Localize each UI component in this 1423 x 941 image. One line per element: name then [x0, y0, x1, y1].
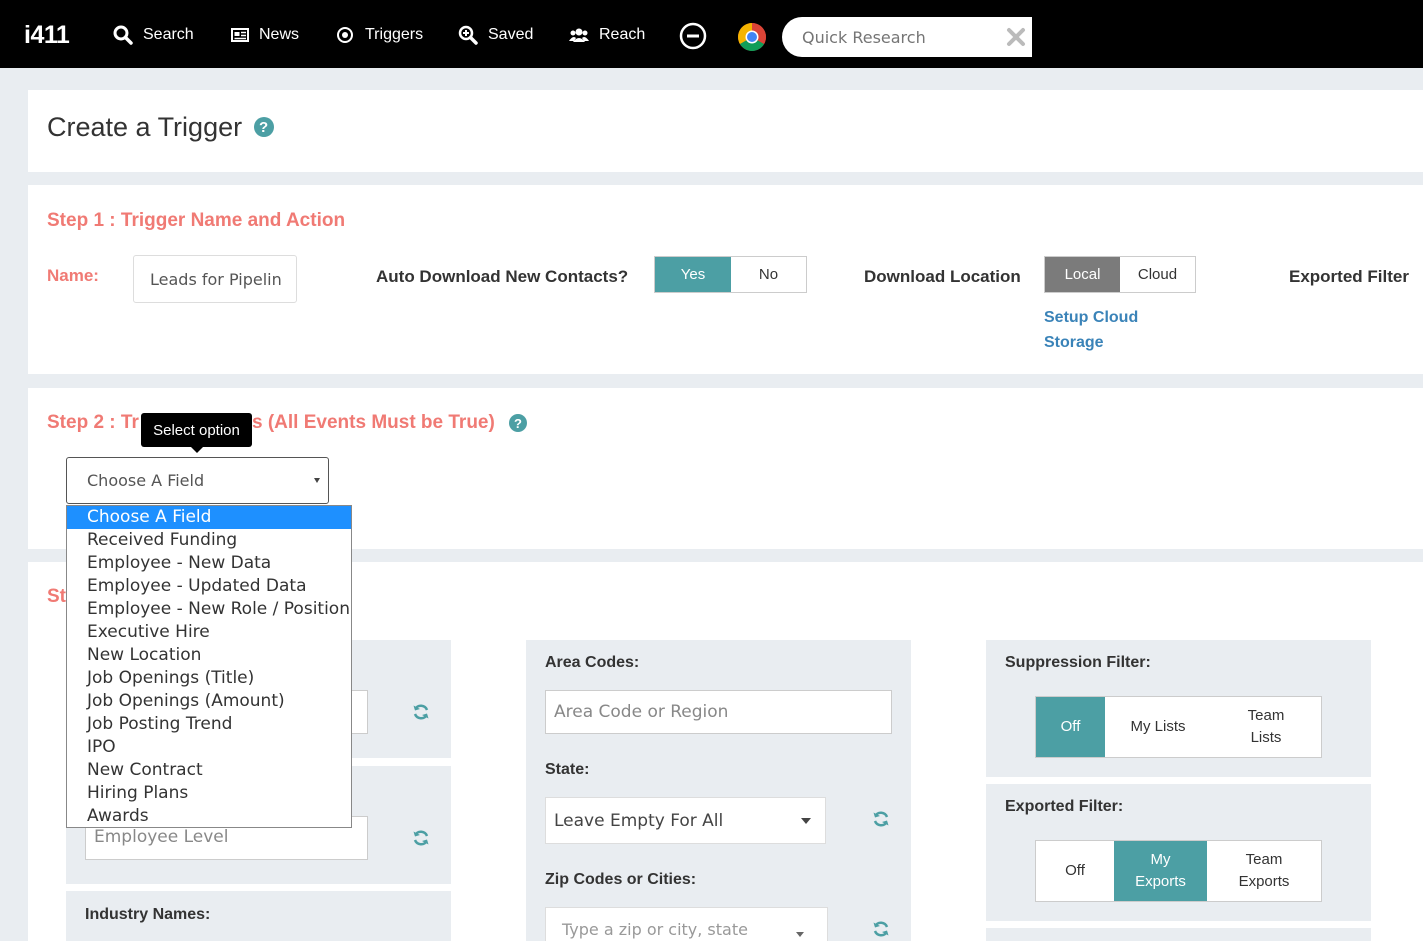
download-location-cloud[interactable]: Cloud [1120, 257, 1195, 292]
nav-news-label: News [259, 26, 300, 43]
nav-news[interactable]: News [231, 22, 299, 48]
option-hiring-plans[interactable]: Hiring Plans [67, 782, 351, 805]
choose-field-value: Choose A Field [87, 471, 205, 490]
quick-research-box [782, 17, 1032, 57]
page-title-text: Create a Trigger [47, 112, 243, 142]
option-choose-a-field[interactable]: Choose A Field [67, 506, 351, 529]
zip-codes-label: Zip Codes or Cities: [545, 871, 697, 888]
exported-my-exports[interactable]: My Exports [1114, 841, 1207, 901]
quick-research-input[interactable] [782, 17, 1002, 57]
chrome-icon[interactable] [737, 22, 767, 52]
auto-download-toggle: Yes No [654, 256, 807, 293]
zip-codes-input[interactable]: Type a zip or city, state [545, 907, 828, 941]
download-location-label: Download Location [864, 267, 1021, 286]
app-logo[interactable]: i411 [24, 20, 70, 50]
name-label: Name: [47, 266, 99, 285]
download-location-local[interactable]: Local [1045, 257, 1120, 292]
trigger-name-input[interactable]: Leads for Pipelin [133, 255, 297, 303]
nav-search-label: Search [143, 26, 194, 43]
target-icon [337, 27, 353, 43]
chevron-down-icon [801, 818, 811, 824]
download-location-toggle: Local Cloud [1044, 256, 1196, 293]
setup-cloud-link-line2: Storage [1044, 334, 1104, 351]
option-new-location[interactable]: New Location [67, 644, 351, 667]
page-title: Create a Trigger ? [47, 112, 274, 143]
area-codes-label: Area Codes: [545, 654, 640, 671]
option-executive-hire[interactable]: Executive Hire [67, 621, 351, 644]
option-job-openings-amount[interactable]: Job Openings (Amount) [67, 690, 351, 713]
exported-filter-toggle: Off My Exports Team Exports [1035, 840, 1322, 902]
exported-filter-label-step1: Exported Filter [1289, 267, 1409, 286]
industry-names-label: Industry Names: [85, 906, 211, 923]
suppression-team-lists[interactable]: Team Lists [1211, 697, 1321, 757]
newspaper-icon [231, 28, 249, 42]
nav-triggers-label: Triggers [365, 26, 424, 43]
select-option-tooltip: Select option [141, 413, 252, 453]
clear-icon[interactable] [1006, 27, 1026, 47]
refresh-icon[interactable] [412, 829, 430, 847]
state-label: State: [545, 761, 590, 778]
users-icon [569, 28, 589, 42]
exported-filter-label: Exported Filter: [1005, 798, 1124, 815]
option-new-contract[interactable]: New Contract [67, 759, 351, 782]
exported-off[interactable]: Off [1036, 841, 1114, 901]
zip-codes-placeholder: Type a zip or city, state [562, 920, 748, 939]
suppression-filter-toggle: Off My Lists Team Lists [1035, 696, 1322, 758]
minus-circle-icon[interactable] [679, 22, 707, 50]
option-employee-new-role[interactable]: Employee - New Role / Position [67, 598, 351, 621]
help-icon[interactable]: ? [253, 117, 274, 137]
nav-triggers[interactable]: Triggers [335, 22, 423, 48]
nav-reach[interactable]: Reach [569, 22, 645, 48]
option-awards[interactable]: Awards [67, 805, 351, 827]
suppression-off[interactable]: Off [1036, 697, 1105, 757]
refresh-icon[interactable] [872, 920, 890, 938]
auto-download-no[interactable]: No [731, 257, 806, 292]
option-ipo[interactable]: IPO [67, 736, 351, 759]
saved-search-icon [458, 25, 478, 45]
nav-saved[interactable]: Saved [458, 22, 533, 48]
step2-help-icon[interactable]: ? [509, 414, 527, 432]
right-card-3 [986, 928, 1371, 941]
location-card [526, 640, 911, 941]
option-job-openings-title[interactable]: Job Openings (Title) [67, 667, 351, 690]
step3-title: St [47, 586, 66, 607]
option-job-posting-trend[interactable]: Job Posting Trend [67, 713, 351, 736]
step1-title: Step 1 : Trigger Name and Action [47, 210, 346, 231]
auto-download-yes[interactable]: Yes [655, 257, 731, 292]
choose-field-select[interactable]: Choose A Field [66, 457, 329, 504]
setup-cloud-link-line1: Setup Cloud [1044, 309, 1139, 326]
chevron-down-icon [796, 932, 804, 937]
state-select[interactable]: Leave Empty For All [545, 797, 826, 844]
refresh-icon[interactable] [872, 810, 890, 828]
auto-download-label: Auto Download New Contacts? [376, 267, 629, 286]
top-navbar: i411 Search News Triggers Saved Reach [0, 0, 1423, 68]
area-codes-input[interactable]: Area Code or Region [545, 690, 892, 734]
refresh-icon[interactable] [412, 703, 430, 721]
setup-cloud-storage-link[interactable]: Setup Cloud Storage [1044, 305, 1138, 355]
state-value: Leave Empty For All [554, 810, 724, 831]
choose-field-dropdown: Choose A Field Received Funding Employee… [66, 505, 352, 828]
option-employee-new-data[interactable]: Employee - New Data [67, 552, 351, 575]
exported-team-exports[interactable]: Team Exports [1207, 841, 1321, 901]
option-received-funding[interactable]: Received Funding [67, 529, 351, 552]
chevron-down-icon [314, 478, 320, 483]
suppression-filter-label: Suppression Filter: [1005, 654, 1151, 671]
nav-reach-label: Reach [599, 26, 646, 43]
step2-title-start: Step 2 : Tr [47, 412, 139, 433]
option-employee-updated-data[interactable]: Employee - Updated Data [67, 575, 351, 598]
nav-saved-label: Saved [488, 26, 534, 43]
suppression-my-lists[interactable]: My Lists [1105, 697, 1211, 757]
search-icon [113, 25, 133, 45]
nav-search[interactable]: Search [113, 22, 194, 48]
step2-title-end: s (All Events Must be True) [252, 412, 495, 433]
